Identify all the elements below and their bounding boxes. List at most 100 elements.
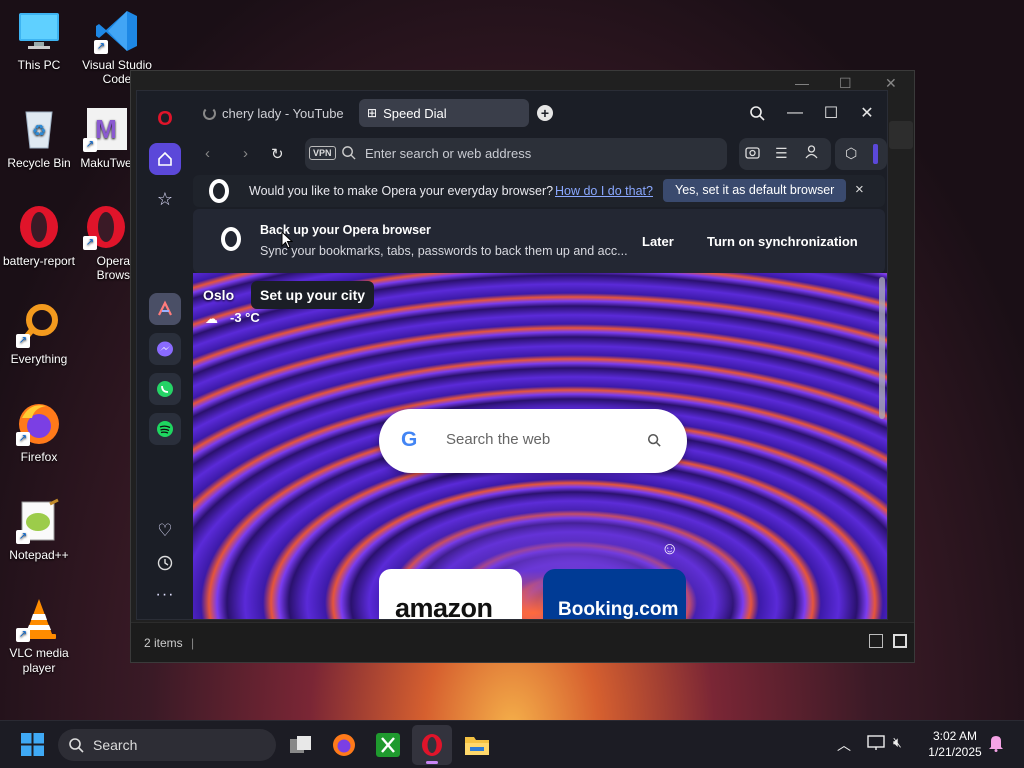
vscode-icon: ↗ [94,8,140,54]
svg-text:M: M [95,114,117,144]
tiles-view-icon[interactable] [893,634,907,648]
desktop-icon-label: This PC [17,58,61,72]
infobar-text: Would you like to make Opera your everyd… [249,184,554,198]
maximize-icon[interactable]: ☐ [819,101,843,125]
tab-bar: chery lady - YouTube ⊞ Speed Dial + — ☐ … [193,91,887,133]
messenger-icon[interactable] [149,333,181,365]
smiley-icon[interactable]: ☺ [661,539,678,559]
toolbar-extra: ⬡ [835,138,887,170]
loading-spinner-icon [203,106,216,120]
spotify-icon[interactable] [149,413,181,445]
opera-browser-window[interactable]: O ☆ ♡ ··· chery lady - YouTube ⊞ Speed D… [136,90,888,620]
web-search-input[interactable]: Search the web [446,431,550,448]
monitor-icon [16,8,62,54]
camera-icon[interactable] [745,145,760,162]
infobar-close-button[interactable]: × [855,181,864,198]
whatsapp-icon[interactable] [149,373,181,405]
close-icon[interactable]: ✕ [855,101,879,125]
reload-icon[interactable]: ↻ [271,145,284,163]
desktop-icon-firefox[interactable]: ↗ Firefox [0,400,78,464]
tab-label: chery lady - YouTube [222,105,344,121]
taskbar-search[interactable]: Search [58,729,276,761]
network-icon[interactable] [867,734,885,757]
page-scrollbar[interactable] [879,277,885,419]
desktop-icon-notepadpp[interactable]: ↗ Notepad++ [0,498,78,562]
desktop-icon-label: Notepad++ [9,548,69,562]
easy-setup-sliders-icon[interactable]: ☰ [775,145,788,162]
shortcut-arrow-icon: ↗ [94,40,108,54]
web-search-box[interactable]: G Search the web [379,409,687,473]
desktop-icon-battery-report[interactable]: battery-report [0,204,78,268]
later-button[interactable]: Later [642,234,674,249]
toolbar-extensions: ☰ [739,138,831,170]
back-arrow-icon[interactable]: ‹ [205,145,210,162]
address-search-icon [341,145,356,165]
shortcut-arrow-icon: ↗ [16,432,30,446]
aria-ai-icon[interactable] [149,293,181,325]
makutweaker-icon: M ↗ [83,106,129,152]
status-divider: | [191,636,195,650]
show-hidden-icons-chevron-icon[interactable]: ︿ [837,735,851,755]
opera-logo-icon [209,179,229,203]
clock[interactable]: 3:02 AM 1/21/2025 [920,728,990,760]
opera-taskbar-icon[interactable] [412,725,452,765]
clock-time: 3:02 AM [932,729,978,743]
item-count: 2 items [144,636,183,650]
opera-icon: ↗ [83,204,129,250]
desktop-icon-recycle-bin[interactable]: ♻ Recycle Bin [0,106,78,170]
volume-muted-icon[interactable]: 🔇︎ [893,734,902,751]
search-icon[interactable] [647,433,661,452]
new-tab-plus-icon[interactable]: + [533,101,557,125]
desktop-icon-makutwe[interactable]: M ↗ MakuTwe [78,106,134,170]
setup-city-button[interactable]: Set up your city [251,281,375,309]
sidebar-accent-indicator [873,144,878,164]
speed-dial-tile-amazon[interactable]: amazon [379,569,522,619]
profile-icon[interactable] [805,145,818,162]
address-input[interactable]: Enter search or web address [365,146,531,161]
desktop-icon-everything[interactable]: ↗ Everything [0,302,78,366]
extensions-cube-icon[interactable]: ⬡ [845,145,857,162]
heart-icon[interactable]: ♡ [149,515,181,547]
svg-text:♻: ♻ [32,123,46,140]
desktop-icon-label: Recycle Bin [7,156,71,170]
pinboard-star-icon[interactable]: ☆ [149,183,181,215]
notification-bell-icon[interactable] [988,734,1004,757]
address-bar[interactable]: VPN Enter search or web address [305,138,727,170]
sync-body: Sync your bookmarks, tabs, passwords to … [260,244,628,258]
explorer-search-box[interactable] [889,121,913,149]
address-row: ‹ › ↻ VPN Enter search or web address ☰ … [193,133,887,175]
desktop-icon-vlc[interactable]: ↗ VLC media player [0,596,78,676]
google-g-icon: G [401,428,418,451]
speed-dial-tile-booking[interactable]: Booking.com [543,569,686,619]
history-clock-icon[interactable] [149,547,181,579]
firefox-taskbar-icon[interactable] [332,733,356,762]
details-view-icon[interactable] [869,634,883,648]
shortcut-arrow-icon: ↗ [16,334,30,348]
xbox-taskbar-icon[interactable] [376,733,400,762]
explorer-status-bar: 2 items | [131,622,914,662]
file-explorer-taskbar-icon[interactable] [464,733,490,762]
vpn-badge[interactable]: VPN [309,146,336,160]
set-default-button[interactable]: Yes, set it as default browser [663,179,847,202]
how-do-i-link[interactable]: How do I do that? [555,184,653,198]
tab-youtube[interactable]: chery lady - YouTube [195,99,355,127]
desktop-icon-this-pc[interactable]: This PC [0,8,78,72]
desktop-icon-opera-browser[interactable]: ↗ Opera Brows [78,204,134,282]
forward-arrow-icon[interactable]: › [243,145,248,162]
minimize-icon[interactable]: — [795,75,809,91]
minimize-icon[interactable]: — [783,101,807,125]
tab-search-icon[interactable] [745,101,769,125]
tab-speed-dial[interactable]: ⊞ Speed Dial [359,99,529,127]
taskbar: Search ︿ 🔇︎ 3:02 AM 1/21/2025 [0,720,1024,768]
opera-menu-icon[interactable]: O [149,103,181,135]
more-dots-icon[interactable]: ··· [149,579,181,611]
default-browser-infobar: Would you like to make Opera your everyd… [193,175,885,207]
start-windows-icon[interactable] [21,733,44,756]
speed-dial-content: Oslo Set up your city ☁ -3 °C G Search t… [193,273,887,619]
home-icon[interactable] [149,143,181,175]
desktop-icon-label: MakuTwe [80,156,132,170]
task-view-icon[interactable] [289,735,313,755]
magnifier-icon: ↗ [16,302,62,348]
weather-cloud-icon: ☁ [205,311,218,326]
turn-on-sync-button[interactable]: Turn on synchronization [707,234,858,249]
